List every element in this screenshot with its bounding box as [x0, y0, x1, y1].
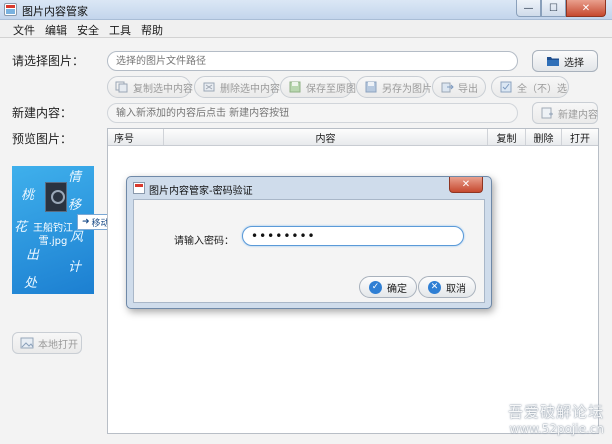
folder-icon	[547, 57, 559, 66]
new-content-button-label: 新建内容	[558, 109, 598, 121]
save-icon	[289, 81, 301, 93]
open-local-button[interactable]: 本地打开	[12, 332, 82, 354]
cancel-button-label: 取消	[446, 283, 466, 295]
dialog-close-button[interactable]: ✕	[449, 177, 483, 193]
dialog-body: 请输入密码： ✓ 确定 ✕ 取消	[133, 199, 485, 303]
calligraphy-char: 情	[68, 170, 82, 185]
preview-image[interactable]: 情 桃 移 花 风 出 计 处 王船钓江雪.jpg	[12, 166, 94, 294]
watermark-url: www.52pojie.cn	[509, 422, 604, 436]
menu-file[interactable]: 文件	[8, 20, 40, 37]
image-icon	[20, 337, 34, 349]
copy-icon	[115, 81, 128, 93]
save-as-icon	[365, 81, 377, 93]
maximize-button[interactable]: ☐	[541, 0, 566, 17]
check-icon: ✓	[369, 280, 382, 294]
save-original-button[interactable]: 保存至原图	[280, 76, 356, 98]
ok-button[interactable]: ✓ 确定	[359, 276, 417, 298]
select-all-label: 全（不）选	[517, 83, 567, 95]
save-as-button[interactable]: 另存为图片	[356, 76, 432, 98]
column-header-content[interactable]: 内容	[164, 129, 488, 145]
select-all-button[interactable]: 全（不）选	[491, 76, 569, 98]
select-button[interactable]: 选择	[532, 50, 598, 72]
column-header-copy[interactable]: 复制	[488, 129, 526, 145]
menu-security[interactable]: 安全	[72, 20, 104, 37]
add-icon	[541, 107, 553, 119]
password-dialog: 图片内容管家-密码验证 ✕ 请输入密码： ✓ 确定 ✕ 取消	[126, 176, 492, 309]
minimize-button[interactable]: —	[516, 0, 541, 17]
delete-icon	[203, 82, 215, 92]
ok-button-label: 确定	[387, 283, 407, 295]
app-icon	[4, 3, 17, 16]
calligraphy-char: 桃	[21, 188, 35, 203]
save-as-label: 另存为图片	[382, 83, 432, 95]
copy-selected-button[interactable]: 复制选中内容	[107, 76, 193, 98]
table-header: 序号 内容 复制 删除 打开	[108, 129, 598, 146]
export-icon	[441, 82, 454, 93]
image-thumbnail	[45, 182, 67, 212]
open-local-label: 本地打开	[38, 339, 78, 351]
watermark-title: 吾爱破解论坛	[507, 403, 604, 421]
window-controls: — ☐ ✕	[516, 0, 606, 17]
new-content-label: 新建内容：	[12, 106, 73, 120]
column-header-index[interactable]: 序号	[108, 129, 164, 145]
watermark: 吾爱破解论坛 www.52pojie.cn	[508, 401, 604, 436]
preview-label: 预览图片：	[12, 132, 73, 146]
password-label: 请输入密码：	[174, 236, 234, 247]
cancel-button[interactable]: ✕ 取消	[418, 276, 476, 298]
window-title: 图片内容管家	[22, 5, 88, 18]
select-image-label: 请选择图片：	[12, 54, 85, 68]
calligraphy-char: 处	[24, 276, 38, 291]
new-content-input[interactable]	[107, 103, 518, 123]
export-button[interactable]: 导出	[432, 76, 486, 98]
image-path-input[interactable]	[107, 51, 518, 71]
title-bar: 图片内容管家 — ☐ ✕	[0, 0, 612, 20]
export-label: 导出	[458, 83, 478, 95]
close-button[interactable]: ✕	[566, 0, 606, 17]
menu-help[interactable]: 帮助	[136, 20, 168, 37]
select-button-label: 选择	[564, 57, 584, 69]
dialog-app-icon	[133, 182, 145, 194]
delete-selected-label: 删除选中内容	[220, 83, 280, 95]
column-header-delete[interactable]: 删除	[526, 129, 562, 145]
delete-selected-button[interactable]: 删除选中内容	[194, 76, 280, 98]
save-original-label: 保存至原图	[306, 83, 356, 95]
arrow-right-icon: ➜	[82, 217, 90, 227]
cancel-icon: ✕	[428, 280, 441, 294]
calligraphy-char: 移	[68, 198, 82, 213]
checkbox-icon	[500, 81, 512, 93]
dialog-title: 图片内容管家-密码验证	[149, 186, 253, 197]
column-header-open[interactable]: 打开	[562, 129, 598, 145]
new-content-button[interactable]: 新建内容	[532, 102, 598, 124]
menu-edit[interactable]: 编辑	[40, 20, 72, 37]
password-input[interactable]	[242, 226, 464, 246]
menu-tools[interactable]: 工具	[104, 20, 136, 37]
menu-bar: 文件 编辑 安全 工具 帮助	[0, 20, 612, 38]
copy-selected-label: 复制选中内容	[133, 83, 193, 95]
calligraphy-char: 计	[68, 260, 82, 275]
